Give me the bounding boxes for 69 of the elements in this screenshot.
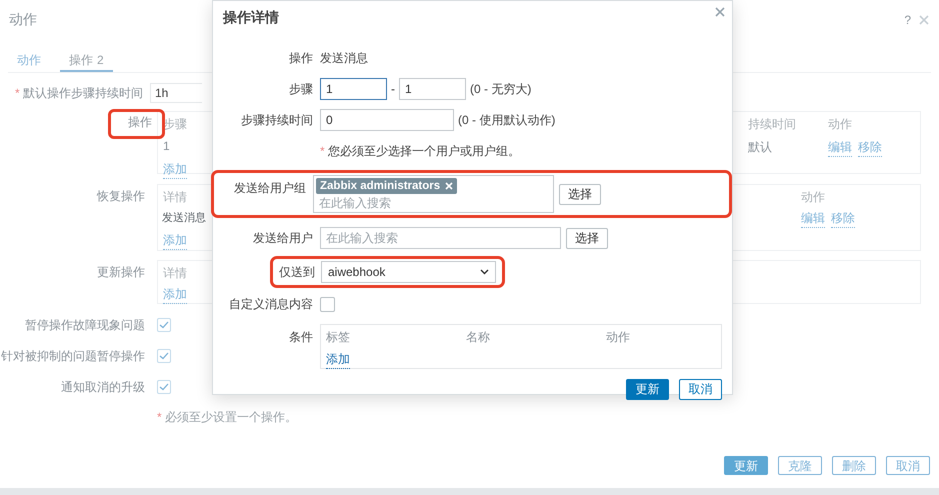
action-link[interactable]: 编辑: [828, 139, 852, 157]
field-label: * 默认操作步骤持续时间: [14, 84, 144, 102]
column-header: 详情: [163, 189, 187, 206]
checkbox-label: 针对被抑制的问题暂停操作: [1, 348, 146, 364]
checkbox-label: 暂停操作故障现象问题: [25, 316, 146, 334]
table-cell-text: 1: [163, 139, 170, 155]
dialog-button[interactable]: 更新: [626, 379, 669, 400]
tag-chip[interactable]: Zabbix administrators: [316, 178, 458, 194]
user-search-input[interactable]: 在此输入搜索: [320, 227, 561, 249]
action-button[interactable]: 取消: [886, 456, 930, 475]
table-cell-text: 默认: [748, 139, 772, 156]
column-header: 动作: [828, 116, 852, 133]
add-link[interactable]: 添加: [163, 286, 187, 304]
action-link[interactable]: 移除: [831, 210, 855, 228]
column-header: 动作: [801, 189, 825, 206]
dialog-title: 动作: [9, 11, 37, 29]
field-label: 步骤持续时间: [240, 112, 314, 128]
close-icon[interactable]: [919, 15, 929, 25]
media-type-dropdown[interactable]: aiwebhook: [321, 261, 496, 283]
chevron-down-icon: [480, 269, 489, 275]
user-group-multiselect[interactable]: Zabbix administrators 在此输入搜索: [313, 175, 554, 213]
required-note: * 您必须至少选择一个用户或用户组。: [320, 142, 520, 160]
field-label: 操作: [288, 50, 314, 66]
step-duration-input[interactable]: 0: [320, 109, 454, 131]
column-header: 动作: [606, 329, 630, 346]
action-button[interactable]: 克隆: [778, 456, 822, 475]
action-link[interactable]: 编辑: [801, 210, 825, 228]
action-link[interactable]: 移除: [858, 139, 882, 157]
column-header: 持续时间: [748, 116, 796, 133]
table-cell-text: 发送消息: [162, 211, 206, 226]
column-header: 详情: [163, 265, 187, 282]
remove-icon[interactable]: [445, 182, 454, 190]
checkbox[interactable]: [157, 318, 171, 332]
field-value: 发送消息: [320, 50, 368, 66]
checkbox[interactable]: [320, 296, 335, 312]
field-hint: (0 - 无穷大): [470, 80, 532, 98]
select-button[interactable]: 选择: [559, 184, 601, 204]
duration-input[interactable]: 1h: [150, 83, 202, 103]
tab[interactable]: 动作: [8, 50, 50, 72]
field-label: 发送给用户组: [233, 180, 307, 197]
checkbox-label: 通知取消的升级: [61, 378, 146, 396]
range-separator: -: [391, 82, 395, 96]
field-label: 自定义消息内容: [228, 296, 314, 312]
field-hint: (0 - 使用默认动作): [458, 112, 556, 128]
checkbox[interactable]: [157, 380, 171, 394]
field-label: 发送给用户: [252, 230, 314, 246]
close-icon[interactable]: [715, 7, 725, 17]
required-note: * 必须至少设置一个操作。: [157, 409, 298, 426]
field-label: 仅送到: [279, 264, 316, 280]
field-label: 更新操作: [97, 264, 146, 281]
action-button[interactable]: 更新: [724, 456, 768, 475]
select-button[interactable]: 选择: [566, 228, 608, 248]
add-link[interactable]: 添加: [163, 232, 187, 250]
field-label: 步骤: [288, 80, 314, 98]
modal-title: 操作详情: [223, 9, 279, 27]
dialog-button[interactable]: 取消: [679, 379, 722, 400]
help-link[interactable]: ?: [904, 13, 911, 27]
field-label: 条件: [288, 329, 314, 346]
step-from-input[interactable]: 1: [320, 78, 387, 100]
field-label: 操作: [128, 115, 152, 129]
tab[interactable]: 操作 2: [60, 50, 113, 72]
checkbox[interactable]: [157, 349, 171, 363]
step-to-input[interactable]: 1: [399, 78, 466, 100]
column-header: 名称: [466, 329, 490, 346]
column-header: 标签: [326, 329, 350, 346]
add-link[interactable]: 添加: [326, 351, 350, 369]
add-link[interactable]: 添加: [163, 161, 187, 179]
action-button[interactable]: 删除: [832, 456, 876, 475]
field-label: 恢复操作: [97, 188, 146, 205]
